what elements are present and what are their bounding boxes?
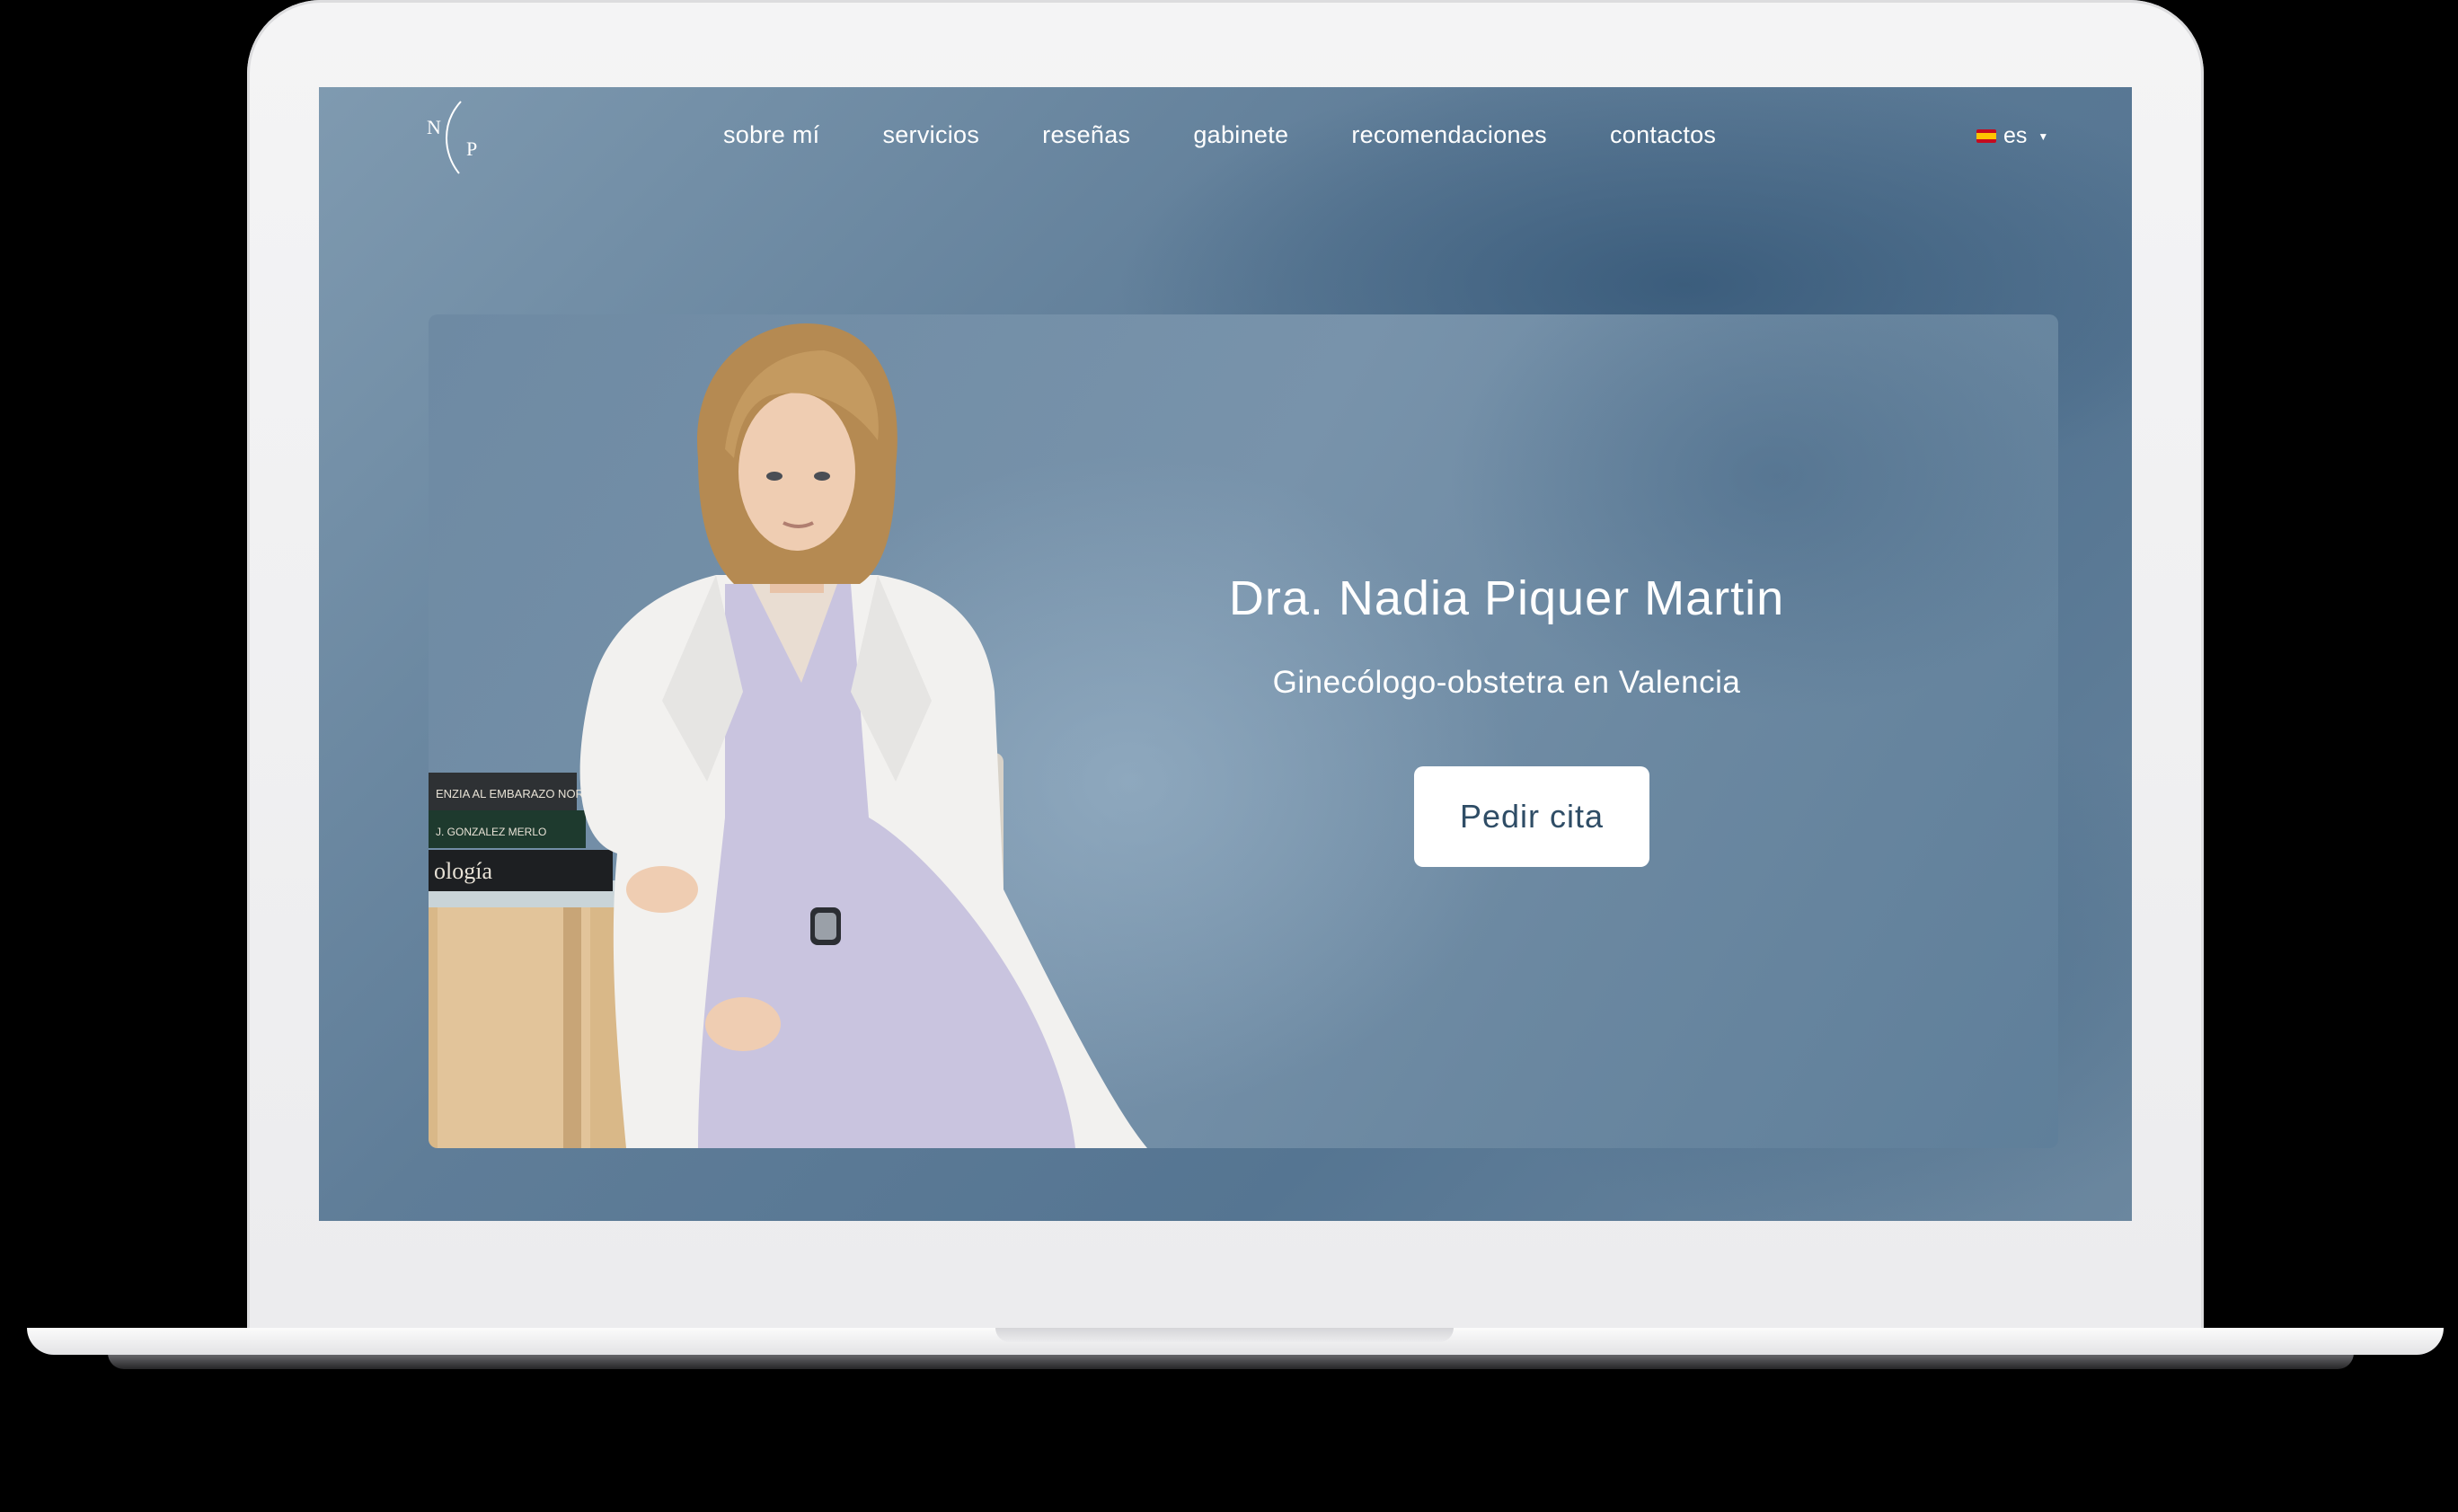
caret-down-icon: ▼ bbox=[2038, 129, 2049, 143]
language-label: es bbox=[2003, 123, 2028, 148]
nav-item-gabinete[interactable]: gabinete bbox=[1193, 121, 1288, 149]
nav-item-servicios[interactable]: servicios bbox=[882, 121, 979, 149]
book-label-2: J. GONZALEZ MERLO bbox=[436, 826, 546, 838]
nav-links: sobre mí servicios reseñas gabinete reco… bbox=[723, 121, 1779, 149]
spain-flag-icon bbox=[1976, 129, 1996, 143]
nav-item-recomendaciones[interactable]: recomendaciones bbox=[1351, 121, 1547, 149]
hero-subtitle: Ginecólogo-obstetra en Valencia bbox=[1272, 665, 1741, 700]
doctor-photo: ENZIA AL EMBARAZO NORMAL J. GONZALEZ MER… bbox=[429, 323, 1147, 1148]
nav-item-resenas[interactable]: reseñas bbox=[1042, 121, 1130, 149]
book-appointment-button[interactable]: Pedir cita bbox=[1414, 766, 1649, 867]
hero-title: Dra. Nadia Piquer Martin bbox=[1228, 571, 1785, 625]
nav-item-sobre-mi[interactable]: sobre mí bbox=[723, 121, 819, 149]
laptop-shadow bbox=[108, 1353, 2354, 1369]
book-label-3: ología bbox=[434, 858, 492, 884]
screen: N P sobre mí servicios reseñas gabinete … bbox=[319, 87, 2132, 1221]
logo-letter-p: P bbox=[466, 137, 477, 160]
logo-icon[interactable]: N P bbox=[425, 98, 488, 175]
hero-card: ENZIA AL EMBARAZO NORMAL J. GONZALEZ MER… bbox=[429, 314, 2058, 1148]
logo-letter-n: N bbox=[427, 116, 441, 138]
top-nav: N P sobre mí servicios reseñas gabinete … bbox=[319, 87, 2132, 186]
language-selector[interactable]: es ▼ bbox=[1976, 123, 2048, 149]
laptop-notch bbox=[995, 1328, 1454, 1342]
nav-item-contactos[interactable]: contactos bbox=[1610, 121, 1716, 149]
